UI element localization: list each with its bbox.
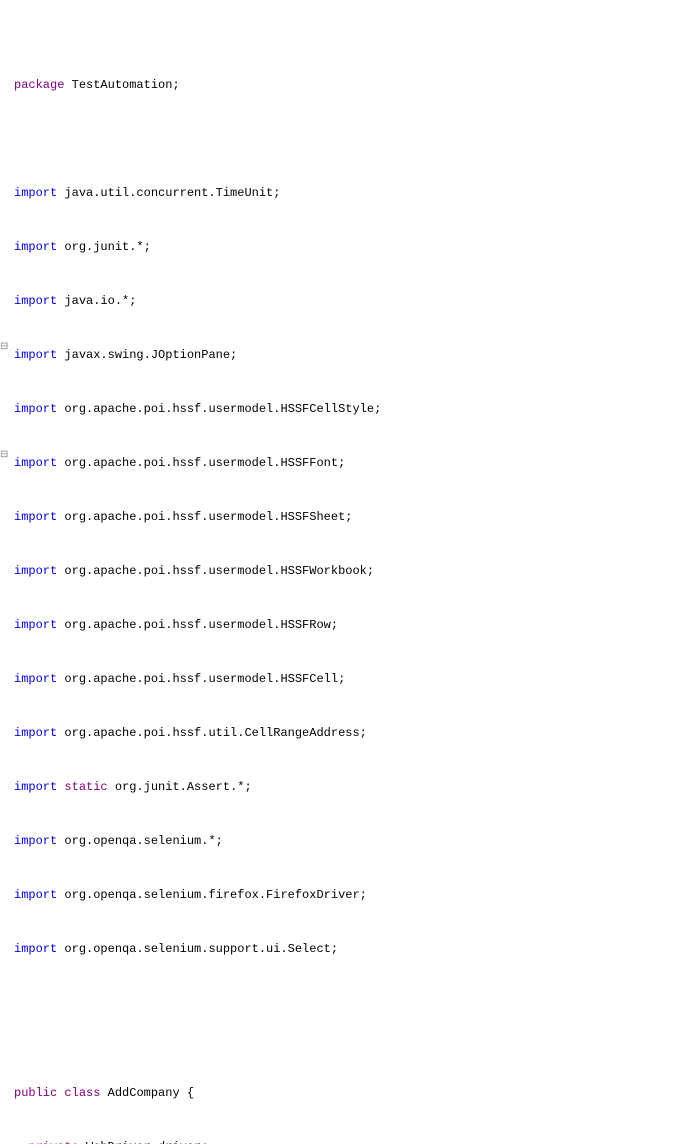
- class-name: AddCompany {: [108, 1086, 194, 1100]
- code-line: import org.apache.poi.hssf.usermodel.HSS…: [14, 454, 676, 472]
- import-target: org.junit.Assert.*;: [115, 780, 252, 794]
- blank-line: [14, 130, 676, 148]
- keyword-static: static: [64, 780, 107, 794]
- import-target: java.util.concurrent.TimeUnit;: [64, 186, 280, 200]
- keyword-private: private: [28, 1140, 78, 1144]
- keyword-import: import: [14, 186, 57, 200]
- code-line: import org.apache.poi.hssf.usermodel.HSS…: [14, 670, 676, 688]
- code-line: import java.io.*;: [14, 292, 676, 310]
- blank-line: [14, 994, 676, 1012]
- import-target: org.openqa.selenium.firefox.FirefoxDrive…: [64, 888, 366, 902]
- code-line: import org.apache.poi.hssf.usermodel.HSS…: [14, 616, 676, 634]
- code-line: package TestAutomation;: [14, 76, 676, 94]
- import-target: java.io.*;: [64, 294, 136, 308]
- code-line: import org.openqa.selenium.support.ui.Se…: [14, 940, 676, 958]
- code-line: import org.apache.poi.hssf.usermodel.HSS…: [14, 508, 676, 526]
- keyword-import: import: [14, 294, 57, 308]
- keyword-import: import: [14, 726, 57, 740]
- code-line: import static org.junit.Assert.*;: [14, 778, 676, 796]
- keyword-import: import: [14, 942, 57, 956]
- keyword-import: import: [14, 456, 57, 470]
- import-target: org.apache.poi.hssf.usermodel.HSSFWorkbo…: [64, 564, 374, 578]
- fold-toggle-icon[interactable]: ⊟: [0, 342, 8, 352]
- keyword-import: import: [14, 564, 57, 578]
- code-editor: package TestAutomation; import java.util…: [0, 0, 680, 1144]
- keyword-import: import: [14, 348, 57, 362]
- keyword-package: package: [14, 78, 64, 92]
- code-line: import javax.swing.JOptionPane;: [14, 346, 676, 364]
- fold-toggle-icon[interactable]: ⊟: [0, 450, 8, 460]
- code-line: private WebDriver driver;: [14, 1138, 676, 1144]
- keyword-import: import: [14, 672, 57, 686]
- code-line: import org.apache.poi.hssf.usermodel.HSS…: [14, 400, 676, 418]
- keyword-import: import: [14, 240, 57, 254]
- import-target: org.junit.*;: [64, 240, 150, 254]
- import-target: org.apache.poi.hssf.usermodel.HSSFCellSt…: [64, 402, 381, 416]
- import-target: javax.swing.JOptionPane;: [64, 348, 237, 362]
- import-target: org.apache.poi.hssf.util.CellRangeAddres…: [64, 726, 366, 740]
- code-line: public class AddCompany {: [14, 1084, 676, 1102]
- import-target: org.apache.poi.hssf.usermodel.HSSFRow;: [64, 618, 338, 632]
- import-target: org.apache.poi.hssf.usermodel.HSSFFont;: [64, 456, 345, 470]
- field-decl: WebDriver driver;: [86, 1140, 208, 1144]
- import-target: org.openqa.selenium.*;: [64, 834, 222, 848]
- keyword-import: import: [14, 402, 57, 416]
- code-line: import org.apache.poi.hssf.util.CellRang…: [14, 724, 676, 742]
- keyword-public: public: [14, 1086, 57, 1100]
- keyword-import: import: [14, 618, 57, 632]
- code-line: import org.openqa.selenium.firefox.Firef…: [14, 886, 676, 904]
- import-target: org.openqa.selenium.support.ui.Select;: [64, 942, 338, 956]
- keyword-import: import: [14, 834, 57, 848]
- keyword-import: import: [14, 888, 57, 902]
- code-line: import org.apache.poi.hssf.usermodel.HSS…: [14, 562, 676, 580]
- keyword-class: class: [64, 1086, 100, 1100]
- keyword-import: import: [14, 510, 57, 524]
- import-target: org.apache.poi.hssf.usermodel.HSSFCell;: [64, 672, 345, 686]
- code-line: import java.util.concurrent.TimeUnit;: [14, 184, 676, 202]
- fold-gutter: [0, 0, 10, 1144]
- code-line: import org.openqa.selenium.*;: [14, 832, 676, 850]
- package-name: TestAutomation;: [72, 78, 180, 92]
- keyword-import: import: [14, 780, 57, 794]
- import-target: org.apache.poi.hssf.usermodel.HSSFSheet;: [64, 510, 352, 524]
- code-line: import org.junit.*;: [14, 238, 676, 256]
